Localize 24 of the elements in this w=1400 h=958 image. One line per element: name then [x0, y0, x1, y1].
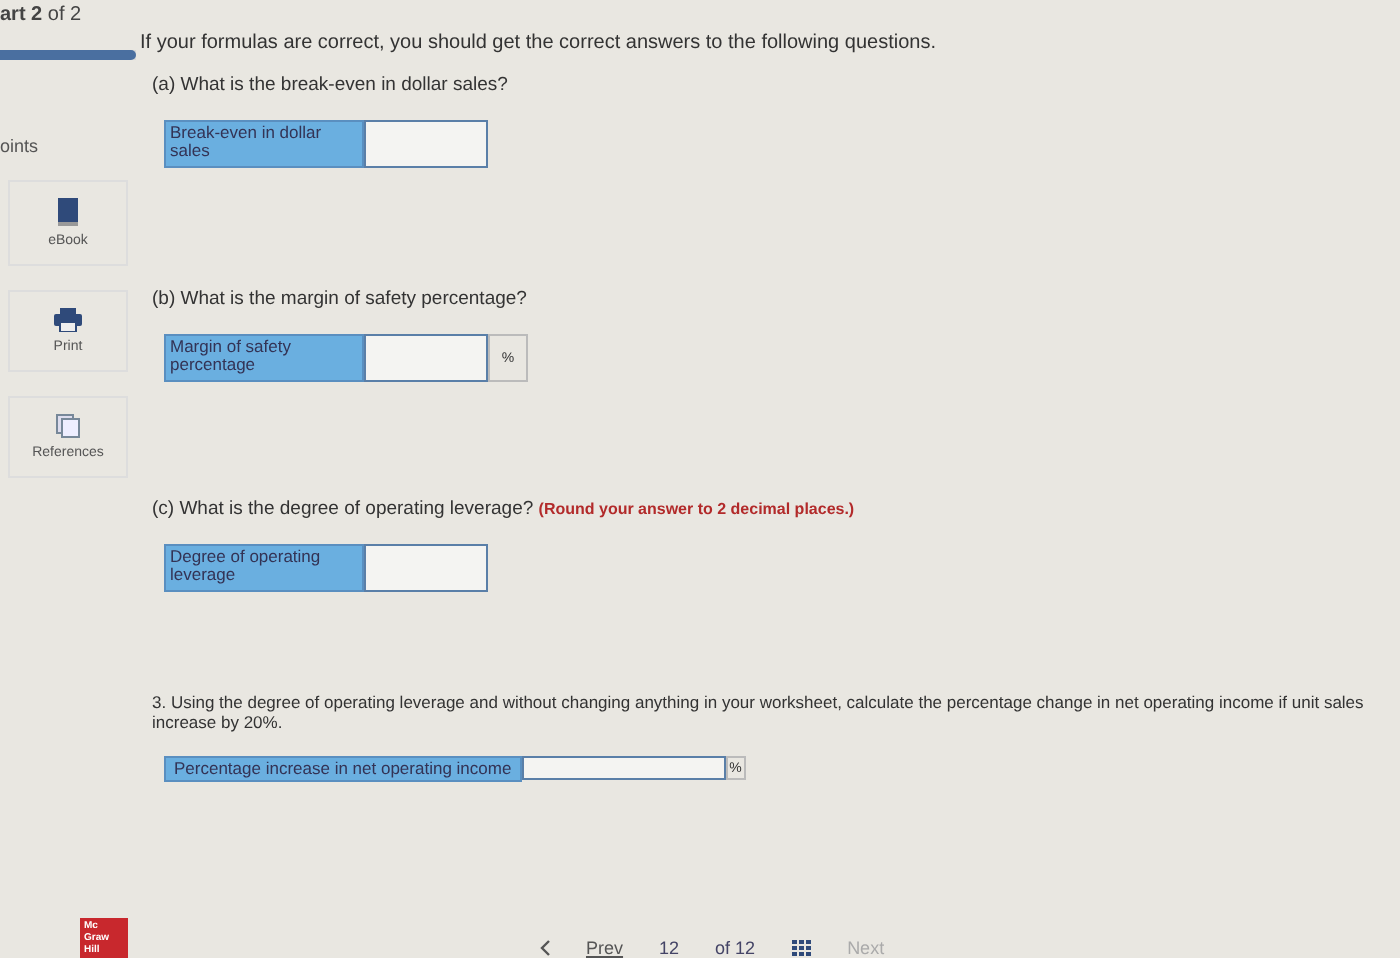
question-text: (b) What is the margin of safety percentage?: [152, 288, 529, 310]
answer-label: Margin of safety percentage: [164, 334, 364, 382]
question-text: (c) What is the degree of operating leverage? (Round your answer to 2 decimal places.): [152, 498, 857, 520]
answer-field[interactable]: [364, 334, 488, 382]
answer-label: Percentage increase in net operating income: [164, 756, 522, 782]
answer-label: Break-even in dollar sales: [164, 120, 364, 168]
grid-icon[interactable]: [791, 940, 812, 956]
page-number: 12: [659, 938, 680, 958]
prev-link[interactable]: Prev: [586, 938, 624, 958]
progress-bar: [0, 50, 136, 60]
answer-field[interactable]: [521, 756, 726, 780]
points-label: oints: [0, 136, 41, 156]
question-text: 3. Using the degree of operating leverage and without changing anything in your worksheet, calculate the percentage change in net operating income if unit sales increase by 20%.: [152, 692, 1366, 732]
answer-field[interactable]: [364, 120, 488, 168]
instructions-text: If your formulas are correct, you should get the correct answers to the following questions.: [140, 32, 938, 54]
answer-label: Degree of operating leverage: [164, 544, 364, 592]
page-total: of 12: [715, 938, 756, 958]
answer-field[interactable]: [364, 544, 488, 592]
question-text: (a) What is the break-even in dollar sales?: [152, 74, 510, 96]
printer-icon: [54, 308, 82, 332]
book-icon: [56, 198, 80, 226]
pages-icon: [56, 414, 80, 438]
chevron-left-icon[interactable]: [540, 940, 550, 956]
part-indicator: art 2 of 2: [0, 2, 84, 26]
